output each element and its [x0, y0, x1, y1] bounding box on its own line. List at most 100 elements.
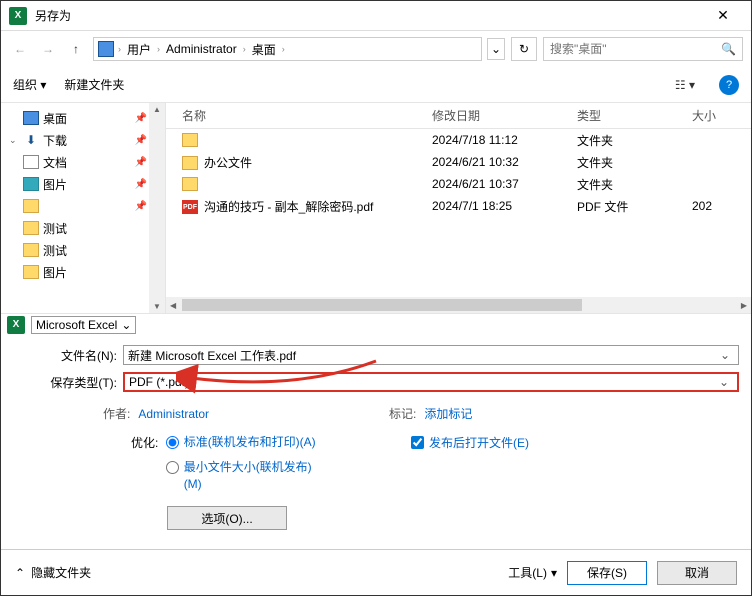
pin-icon: 📌: [135, 135, 147, 146]
new-folder-button[interactable]: 新建文件夹: [64, 76, 124, 93]
filename-label: 文件名(N):: [13, 347, 123, 364]
pin-icon: 📌: [135, 179, 147, 190]
organize-menu[interactable]: 组织 ▾: [13, 76, 46, 93]
breadcrumb-dropdown[interactable]: ⌄: [487, 38, 505, 60]
savetype-label: 保存类型(T):: [13, 374, 123, 391]
excel-icon: X: [7, 316, 25, 334]
back-button[interactable]: ←: [9, 38, 31, 60]
open-after-publish-checkbox[interactable]: [411, 436, 424, 449]
chevron-down-icon: ⌄: [121, 318, 131, 332]
folder-icon: [23, 265, 39, 279]
search-input[interactable]: [550, 42, 721, 56]
options-button[interactable]: 选项(O)...: [167, 506, 287, 530]
excel-app-icon: X: [9, 7, 27, 25]
folder-icon: [182, 133, 198, 147]
chevron-right-icon: ›: [280, 44, 287, 54]
file-row[interactable]: 2024/6/21 10:37文件夹: [166, 173, 751, 195]
download-icon: ⬇: [23, 133, 39, 147]
file-date: 2024/6/21 10:37: [424, 177, 569, 191]
column-size[interactable]: 大小: [684, 107, 734, 124]
chevron-right-icon: ›: [241, 44, 248, 54]
author-value[interactable]: Administrator: [138, 407, 209, 421]
tag-value[interactable]: 添加标记: [424, 405, 472, 422]
file-type: 文件夹: [569, 132, 684, 149]
chevron-right-icon: ›: [155, 44, 162, 54]
optimize-minimum-radio[interactable]: [166, 461, 179, 474]
filename-input[interactable]: 新建 Microsoft Excel 工作表.pdf⌄: [123, 345, 739, 365]
hide-folders-toggle[interactable]: ⌃隐藏文件夹: [15, 564, 91, 581]
search-icon: 🔍: [721, 42, 736, 56]
desktop-icon: [98, 41, 114, 57]
optimize-standard-label[interactable]: 标准(联机发布和打印)(A): [184, 434, 316, 451]
file-type: 文件夹: [569, 176, 684, 193]
horizontal-scrollbar[interactable]: ◀▶: [166, 297, 751, 313]
sidebar-item-folder[interactable]: 测试: [1, 217, 165, 239]
file-type: 文件夹: [569, 154, 684, 171]
file-name: 办公文件: [204, 156, 252, 170]
file-list-header[interactable]: 名称 修改日期 类型 大小: [166, 103, 751, 129]
file-row[interactable]: 办公文件 2024/6/21 10:32文件夹: [166, 151, 751, 173]
search-box[interactable]: 🔍: [543, 37, 743, 61]
sidebar-item-folder[interactable]: 图片: [1, 261, 165, 283]
forward-button: →: [37, 38, 59, 60]
view-mode-button[interactable]: ☷ ▾: [669, 76, 701, 94]
folder-icon: [23, 221, 39, 235]
sidebar-item-desktop[interactable]: 桌面📌: [1, 107, 165, 129]
file-row[interactable]: 2024/7/18 11:12文件夹: [166, 129, 751, 151]
save-button[interactable]: 保存(S): [567, 561, 647, 585]
pin-icon: 📌: [135, 201, 147, 212]
file-date: 2024/6/21 10:32: [424, 155, 569, 169]
column-type[interactable]: 类型: [569, 107, 684, 124]
pin-icon: 📌: [135, 113, 147, 124]
folder-icon: [182, 177, 198, 191]
help-button[interactable]: ?: [719, 75, 739, 95]
breadcrumb-item[interactable]: 桌面: [250, 41, 278, 58]
sidebar: 桌面📌 ⌄⬇下载📌 文档📌 图片📌 📌 测试 测试 图片 ▲▼: [1, 103, 166, 313]
chevron-right-icon: ›: [116, 44, 123, 54]
refresh-button[interactable]: ↻: [511, 37, 537, 61]
pdf-icon: PDF: [182, 200, 198, 214]
chevron-down-icon: ▾: [551, 566, 557, 580]
file-name: 沟通的技巧 - 副本_解除密码.pdf: [204, 200, 373, 214]
chevron-up-icon: ⌃: [15, 566, 25, 580]
breadcrumb-item[interactable]: 用户: [125, 41, 153, 58]
sidebar-item-documents[interactable]: 文档📌: [1, 151, 165, 173]
open-after-publish-label[interactable]: 发布后打开文件(E): [429, 434, 529, 451]
document-icon: [23, 155, 39, 169]
window-title: 另存为: [35, 7, 703, 24]
breadcrumb[interactable]: › 用户 › Administrator › 桌面 ›: [93, 37, 482, 61]
file-list: 名称 修改日期 类型 大小 2024/7/18 11:12文件夹办公文件2024…: [166, 103, 751, 313]
tag-label: 标记:: [389, 405, 416, 422]
breadcrumb-item[interactable]: Administrator: [164, 42, 239, 56]
sidebar-item-pictures[interactable]: 图片📌: [1, 173, 165, 195]
sidebar-item-downloads[interactable]: ⌄⬇下载📌: [1, 129, 165, 151]
cancel-button[interactable]: 取消: [657, 561, 737, 585]
chevron-down-icon[interactable]: ⌄: [715, 375, 733, 389]
file-size: 202: [684, 199, 734, 213]
file-date: 2024/7/18 11:12: [424, 133, 569, 147]
file-type: PDF 文件: [569, 198, 684, 215]
desktop-icon: [23, 111, 39, 125]
savetype-dropdown[interactable]: PDF (*.pdf)⌄: [123, 372, 739, 392]
optimize-label: 优化:: [131, 434, 158, 451]
file-date: 2024/7/1 18:25: [424, 199, 569, 213]
expand-icon[interactable]: ⌄: [9, 135, 19, 146]
picture-icon: [23, 177, 39, 191]
folder-icon: [23, 243, 39, 257]
pin-icon: 📌: [135, 157, 147, 168]
sidebar-item-folder[interactable]: 测试: [1, 239, 165, 261]
optimize-minimum-label[interactable]: 最小文件大小(联机发布)(M): [184, 459, 324, 493]
folder-icon: [23, 199, 39, 213]
author-label: 作者:: [103, 405, 130, 422]
close-button[interactable]: ✕: [703, 2, 743, 30]
file-row[interactable]: PDF 沟通的技巧 - 副本_解除密码.pdf 2024/7/1 18:25PDF …: [166, 195, 751, 217]
sidebar-item-folder[interactable]: 📌: [1, 195, 165, 217]
optimize-standard-radio[interactable]: [166, 436, 179, 449]
file-type-selector[interactable]: Microsoft Excel⌄: [31, 316, 136, 334]
column-name[interactable]: 名称: [166, 107, 424, 124]
tools-menu[interactable]: 工具(L) ▾: [508, 564, 557, 581]
column-date[interactable]: 修改日期: [424, 107, 569, 124]
sidebar-scrollbar[interactable]: ▲▼: [149, 103, 165, 313]
chevron-down-icon[interactable]: ⌄: [716, 348, 734, 362]
up-button[interactable]: ↑: [65, 38, 87, 60]
